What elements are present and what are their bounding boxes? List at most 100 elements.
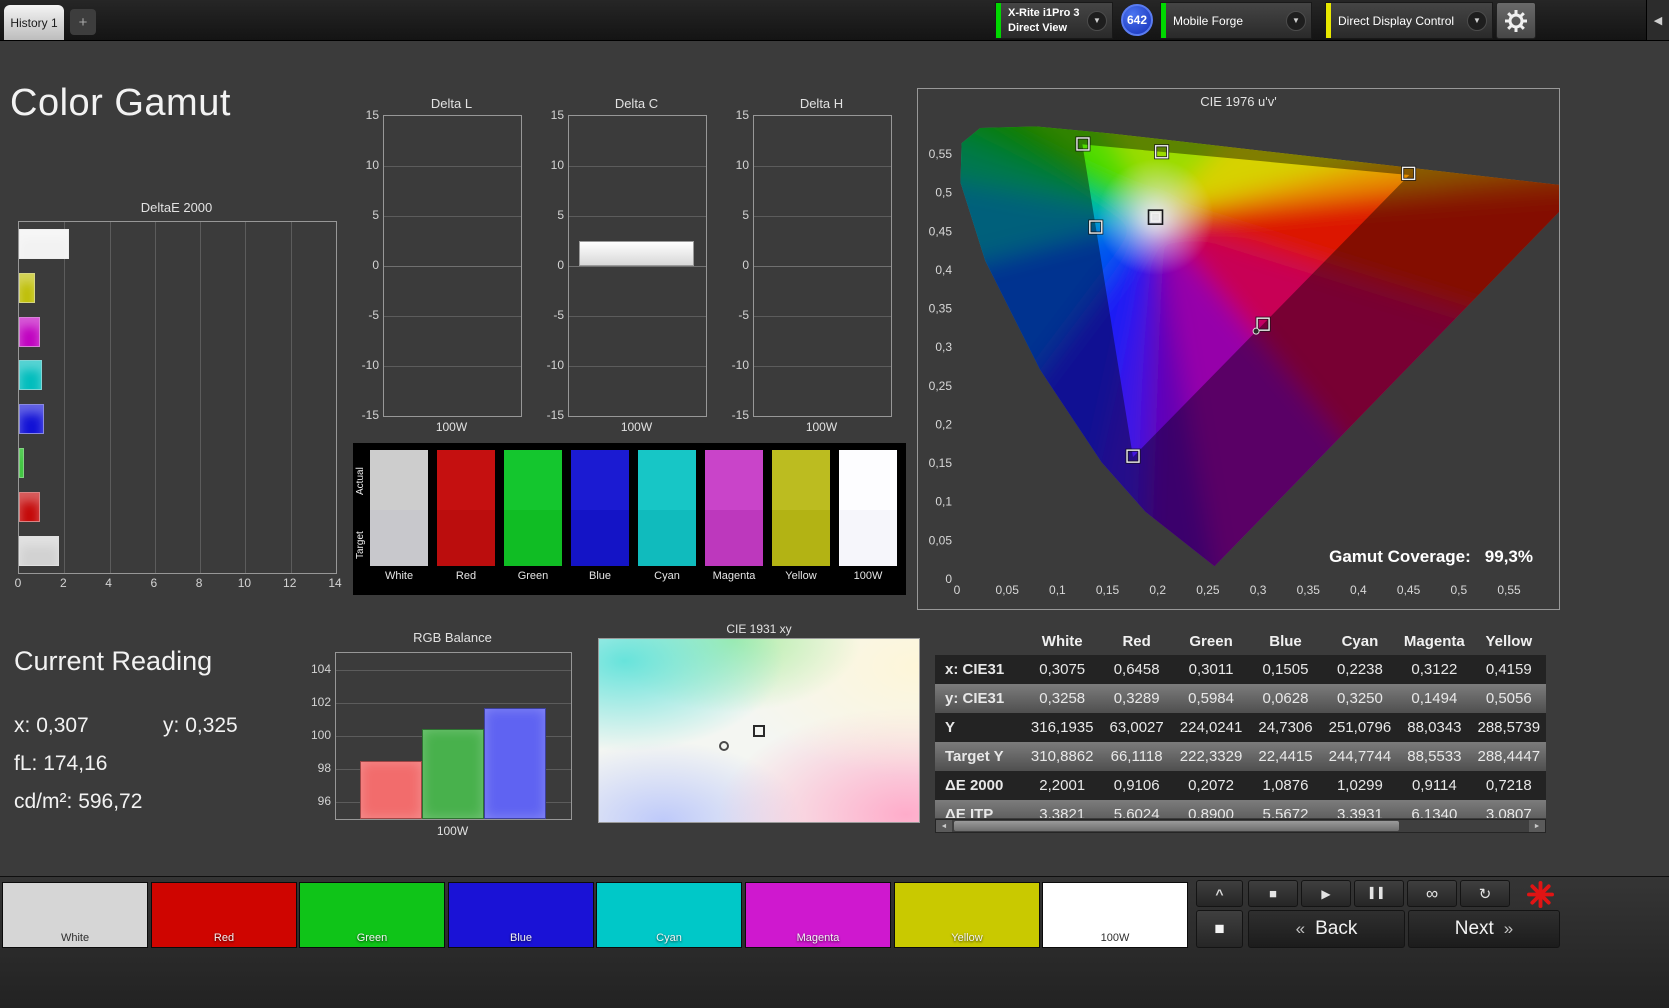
rgb-bar-blue: [484, 707, 546, 819]
axis-tick-label: -15: [361, 408, 379, 422]
axis-tick-label: 15: [735, 108, 749, 122]
pause-button[interactable]: ▌▌: [1354, 880, 1404, 907]
table-horizontal-scrollbar[interactable]: ◄ ►: [935, 819, 1546, 833]
axis-tick-label: 5: [557, 208, 564, 222]
axis-tick-label: 0,1: [935, 495, 952, 509]
table-cell: 3,3931: [1336, 806, 1383, 818]
patch-button-yellow[interactable]: Yellow: [894, 882, 1040, 948]
patch-window-button[interactable]: ■: [1196, 910, 1243, 948]
table-cell: 244,7744: [1328, 748, 1392, 765]
axis-tick-label: 0,45: [929, 224, 953, 238]
source-dropdown[interactable]: Mobile Forge ▼: [1160, 2, 1312, 39]
cie1976-chart: CIE 1976 u'v' 0 0,05 0,1 0,15 0,2 0,25 0,3 0,35…: [917, 88, 1560, 610]
table-cell: 0,8900: [1188, 806, 1234, 818]
axis-tick-label: 102: [310, 694, 331, 709]
chevron-down-icon[interactable]: ▼: [1467, 10, 1487, 31]
loop-icon: ↻: [1478, 885, 1492, 903]
patch-button-100w[interactable]: 100W: [1042, 882, 1188, 948]
table-cell: 0,3011: [1188, 661, 1234, 678]
axis-tick-label: 10: [237, 576, 252, 590]
deltae2000-x-axis: 0 2 4 6 8 10 12 14: [15, 576, 342, 592]
chevron-down-icon[interactable]: ▼: [1087, 10, 1107, 31]
scrollbar-track[interactable]: [952, 820, 1529, 832]
chevron-down-icon[interactable]: ▼: [1286, 10, 1306, 31]
patch-size-up-button[interactable]: ^: [1196, 880, 1243, 907]
axis-tick-label: 0,5: [935, 186, 952, 200]
table-row: Y 316,1935 63,0027 224,0241 24,7306 251,0796 8…: [935, 713, 1546, 742]
column-header: White: [1041, 633, 1083, 650]
display-control-dropdown[interactable]: Direct Display Control ▼: [1325, 2, 1493, 39]
next-button[interactable]: Next »: [1408, 910, 1560, 948]
patch-button-cyan[interactable]: Cyan: [596, 882, 742, 948]
table-cell: 3,0807: [1485, 806, 1532, 818]
back-chevrons-icon: «: [1295, 919, 1306, 938]
patch-label: Green: [356, 932, 388, 944]
scroll-left-button[interactable]: ◄: [936, 820, 952, 832]
meter-dropdown[interactable]: X-Rite i1Pro 3 Direct View ▼: [995, 2, 1113, 39]
back-button[interactable]: « Back: [1248, 910, 1405, 948]
add-tab-button[interactable]: +: [70, 9, 96, 35]
swatch-actual: [772, 450, 830, 510]
deltae-bar-magenta: [19, 316, 40, 347]
table-cell: 0,5056: [1485, 690, 1532, 707]
page-title: Color Gamut: [10, 82, 231, 124]
rgb-balance-plot: [335, 652, 572, 820]
patch-button-white[interactable]: White: [2, 882, 148, 948]
column-header: Cyan: [1341, 633, 1379, 650]
deltae-bar-blue: [19, 404, 44, 435]
scroll-right-button[interactable]: ►: [1529, 820, 1545, 832]
swatch-actual: [370, 450, 428, 510]
patch-button-magenta[interactable]: Magenta: [745, 882, 891, 948]
reading-x: x: 0,307: [14, 714, 89, 737]
axis-tick-label: 104: [310, 661, 331, 676]
axis-tick-label: -10: [546, 358, 564, 372]
axis-tick-label: -10: [361, 358, 379, 372]
table-cell: 310,8862: [1030, 748, 1094, 765]
delta-plot: [383, 115, 522, 417]
swatch-actual: [638, 450, 696, 510]
axis-tick-label: 0,3: [935, 340, 952, 354]
swatch-actual: [571, 450, 629, 510]
axis-tick-label: 0: [557, 258, 564, 272]
axis-tick-label: -5: [553, 308, 564, 322]
axis-tick-label: 0,05: [929, 533, 953, 547]
history-tab[interactable]: History 1: [4, 5, 64, 40]
patch-button-blue[interactable]: Blue: [448, 882, 594, 948]
stop-button[interactable]: ■: [1248, 880, 1298, 907]
table-cell: 288,5739: [1477, 719, 1541, 736]
scrollbar-thumb[interactable]: [954, 821, 1399, 831]
continuous-measure-button[interactable]: ∞: [1407, 880, 1457, 907]
play-button[interactable]: ▶: [1301, 880, 1351, 907]
swatch-cyan: Cyan: [638, 450, 696, 588]
axis-tick-label: 10: [735, 158, 749, 172]
row-label: ΔE ITP: [945, 806, 994, 818]
rgb-balance-title: RGB Balance: [413, 630, 492, 645]
column-header: Red: [1122, 633, 1151, 650]
row-label: ΔE 2000: [945, 777, 1004, 794]
axis-tick-label: 0,25: [1196, 583, 1220, 597]
patch-button-green[interactable]: Green: [299, 882, 445, 948]
patch-button-red[interactable]: Red: [151, 882, 297, 948]
axis-tick-label: -15: [731, 408, 749, 422]
row-label: x: CIE31: [945, 661, 1005, 678]
column-header: Green: [1189, 633, 1233, 650]
table-cell: 0,4159: [1485, 661, 1532, 678]
delta-h-x-label: 100W: [805, 420, 838, 434]
loop-button[interactable]: ↻: [1460, 880, 1510, 907]
table-cell: 88,0343: [1407, 719, 1462, 736]
table-cell: 316,1935: [1030, 719, 1094, 736]
table-row: Target Y 310,8862 66,1118 222,3329 22,4415 24…: [935, 742, 1546, 771]
rgb-balance-chart: RGB Balance 100W 104 102 100 98 96: [306, 630, 576, 842]
cie1931-target-marker: [753, 725, 765, 737]
settings-button[interactable]: [1496, 2, 1536, 39]
disconnect-button[interactable]: [1520, 878, 1560, 911]
swatch-label: Red: [455, 570, 477, 582]
swatch-actual: [839, 450, 897, 510]
table-cell: 0,1494: [1411, 690, 1458, 707]
row-label: Target Y: [945, 748, 1004, 765]
collapse-panel-button[interactable]: ◀: [1646, 0, 1669, 40]
swatch-100w: 100W: [839, 450, 897, 588]
delta-h-chart: Delta H 100W 15 10 5 0 -5 -10 -15: [723, 96, 893, 444]
actual-row-label: Actual: [355, 467, 366, 495]
swatch-target: [705, 510, 763, 566]
